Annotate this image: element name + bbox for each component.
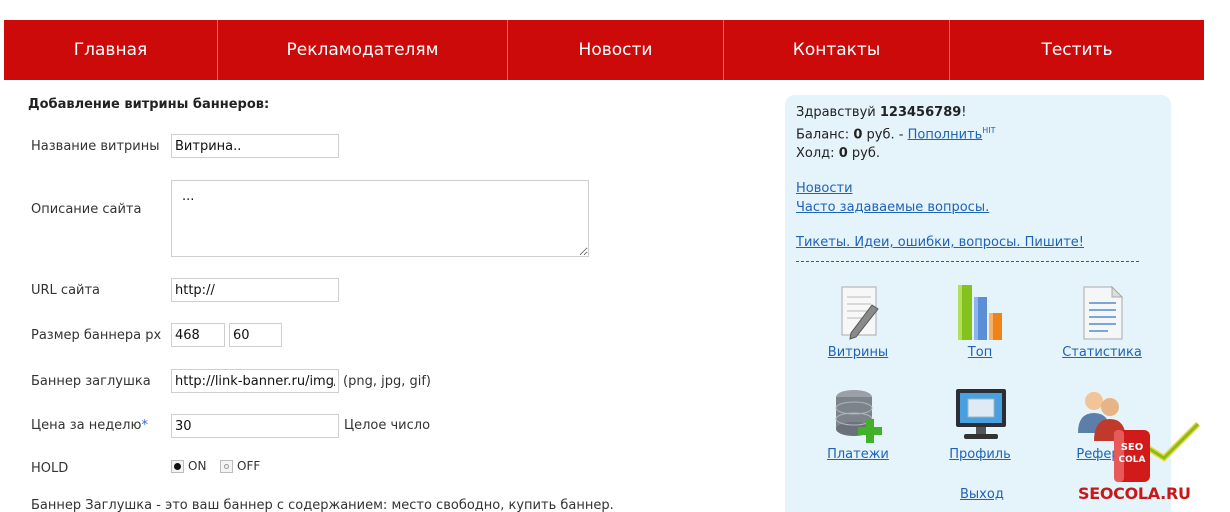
radio-unchecked-dot xyxy=(224,463,229,469)
monitor-icon xyxy=(950,385,1010,445)
hold-balance-value: 0 xyxy=(838,146,848,161)
description-label: Описание сайта xyxy=(31,202,142,217)
news-link[interactable]: Новости xyxy=(796,181,853,196)
balance-value: 0 xyxy=(853,127,863,143)
site-url-input[interactable] xyxy=(171,278,339,302)
tickets-link[interactable]: Тикеты. Идеи, ошибки, вопросы. Пишите! xyxy=(796,235,1084,250)
stub-banner-note: Баннер Заглушка - это ваш баннер с содер… xyxy=(31,498,614,512)
hold-line: Холд: 0 руб. xyxy=(796,146,880,161)
name-label: Название витрины xyxy=(31,139,160,154)
tile-profile[interactable]: Профиль xyxy=(925,385,1035,462)
hold-balance-label: Холд: xyxy=(796,146,835,161)
greeting-end: ! xyxy=(961,105,967,120)
balance-label: Баланс: xyxy=(796,127,850,143)
nav-item-test[interactable]: Тестить xyxy=(950,20,1204,80)
stub-format-hint: (png, jpg, gif) xyxy=(343,374,431,389)
tile-showcases[interactable]: Витрины xyxy=(803,283,913,360)
radio-checked-dot xyxy=(174,462,181,470)
stub-banner-label: Баннер заглушка xyxy=(31,374,151,389)
balance-currency: руб. xyxy=(866,127,895,143)
site-description-textarea[interactable] xyxy=(171,180,589,257)
radio-off-indicator[interactable] xyxy=(220,459,233,473)
username: 123456789 xyxy=(879,105,962,120)
svg-text:COLA: COLA xyxy=(1119,455,1146,465)
topup-link[interactable]: Пополнить xyxy=(908,127,983,142)
banner-size-label: Размер баннера px xyxy=(31,328,162,343)
tile-top[interactable]: Топ xyxy=(925,283,1035,360)
tile-top-label[interactable]: Топ xyxy=(925,345,1035,360)
price-label: Цена за неделю* xyxy=(31,418,148,433)
nav-item-home[interactable]: Главная xyxy=(4,20,218,80)
logout-link[interactable]: Выход xyxy=(960,487,1004,502)
hold-off-label: OFF xyxy=(237,459,261,473)
hold-on-label: ON xyxy=(188,459,207,473)
tile-showcases-label[interactable]: Витрины xyxy=(803,345,913,360)
document-lines-icon xyxy=(1072,283,1132,343)
showcase-name-input[interactable] xyxy=(171,134,339,158)
hold-off-radio[interactable]: OFF xyxy=(220,459,260,473)
faq-link[interactable]: Часто задаваемые вопросы. xyxy=(796,200,989,215)
greeting: Здравствуй 123456789! xyxy=(796,105,967,120)
url-label: URL сайта xyxy=(31,283,101,298)
top-nav: Главная Рекламодателям Новости Контакты … xyxy=(4,20,1204,80)
tile-statistics[interactable]: Статистика xyxy=(1047,283,1157,360)
dotted-divider xyxy=(796,261,1139,262)
seocola-logo-icon: SEO COLA xyxy=(1114,421,1201,482)
banner-height-input[interactable] xyxy=(229,323,282,347)
hold-currency: руб. xyxy=(851,146,880,161)
nav-item-contacts[interactable]: Контакты xyxy=(724,20,950,80)
radio-on-indicator[interactable] xyxy=(171,459,184,473)
balance-separator: - xyxy=(898,127,904,143)
hold-on-radio[interactable]: ON xyxy=(171,459,206,473)
hold-label: HOLD xyxy=(31,461,69,476)
bar-chart-icon xyxy=(950,283,1010,343)
hit-badge: HIT xyxy=(982,126,996,135)
greeting-text: Здравствуй xyxy=(796,105,876,120)
tile-payments-label[interactable]: Платежи xyxy=(803,447,913,462)
banner-width-input[interactable] xyxy=(171,323,225,347)
tile-payments[interactable]: Платежи xyxy=(803,385,913,462)
document-pen-icon xyxy=(828,283,888,343)
tile-statistics-label[interactable]: Статистика xyxy=(1047,345,1157,360)
svg-text:SEO: SEO xyxy=(1121,442,1144,453)
weekly-price-input[interactable] xyxy=(171,414,339,438)
nav-item-news[interactable]: Новости xyxy=(508,20,724,80)
form-title: Добавление витрины баннеров: xyxy=(28,97,270,112)
required-star[interactable]: * xyxy=(141,418,148,433)
nav-item-advertisers[interactable]: Рекламодателям xyxy=(218,20,508,80)
database-add-icon xyxy=(828,385,888,445)
price-label-text: Цена за неделю xyxy=(31,418,142,433)
price-hint: Целое число xyxy=(344,418,431,433)
stub-banner-url-input[interactable] xyxy=(171,369,339,393)
seocola-watermark: SEO COLA SEOCOLA.RU xyxy=(1068,418,1228,512)
tile-profile-label[interactable]: Профиль xyxy=(925,447,1035,462)
balance-line: Баланс: 0 руб. - ПополнитьHIT xyxy=(796,126,996,142)
seocola-text: SEOCOLA.RU xyxy=(1078,484,1191,503)
